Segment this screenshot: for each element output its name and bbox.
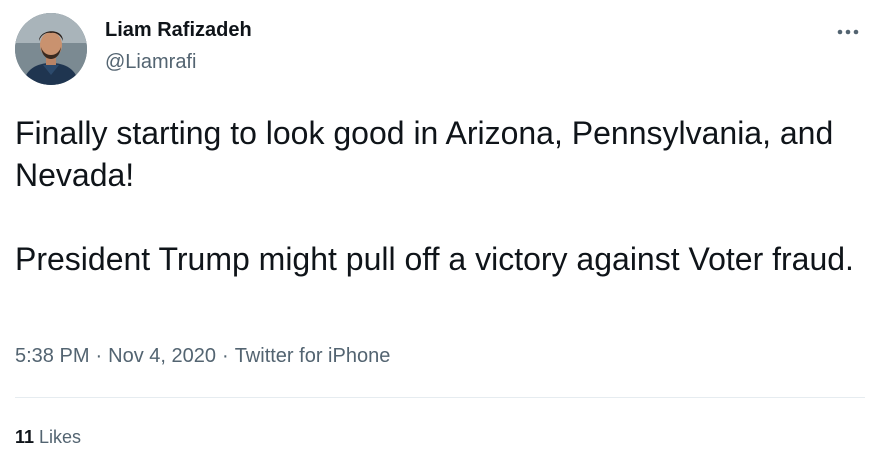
tweet-metadata: 5:38 PM · Nov 4, 2020 · Twitter for iPhone (15, 345, 390, 368)
tweet-date[interactable]: Nov 4, 2020 (108, 345, 216, 367)
meta-separator: · (222, 345, 229, 367)
likes-label: Likes (39, 427, 82, 447)
tweet-paragraph: President Trump might pull off a victory… (15, 241, 854, 277)
author-handle[interactable]: @Liamrafi (105, 51, 196, 74)
likes-stat[interactable]: 11 Likes (15, 427, 81, 448)
tweet-source[interactable]: Twitter for iPhone (235, 345, 391, 367)
tweet-time[interactable]: 5:38 PM (15, 345, 89, 367)
tweet-card: Liam Rafizadeh @Liamrafi Finally startin… (0, 0, 887, 475)
more-options-button[interactable] (830, 14, 866, 50)
author-display-name[interactable]: Liam Rafizadeh (105, 19, 252, 42)
tweet-paragraph: Finally starting to look good in Arizona… (15, 115, 834, 193)
tweet-text: Finally starting to look good in Arizona… (15, 112, 865, 280)
meta-separator: · (95, 345, 103, 367)
avatar[interactable] (15, 13, 87, 85)
profile-photo-icon (15, 13, 87, 85)
likes-count: 11 (15, 427, 35, 447)
more-horizontal-icon (837, 29, 859, 35)
divider (15, 397, 865, 398)
